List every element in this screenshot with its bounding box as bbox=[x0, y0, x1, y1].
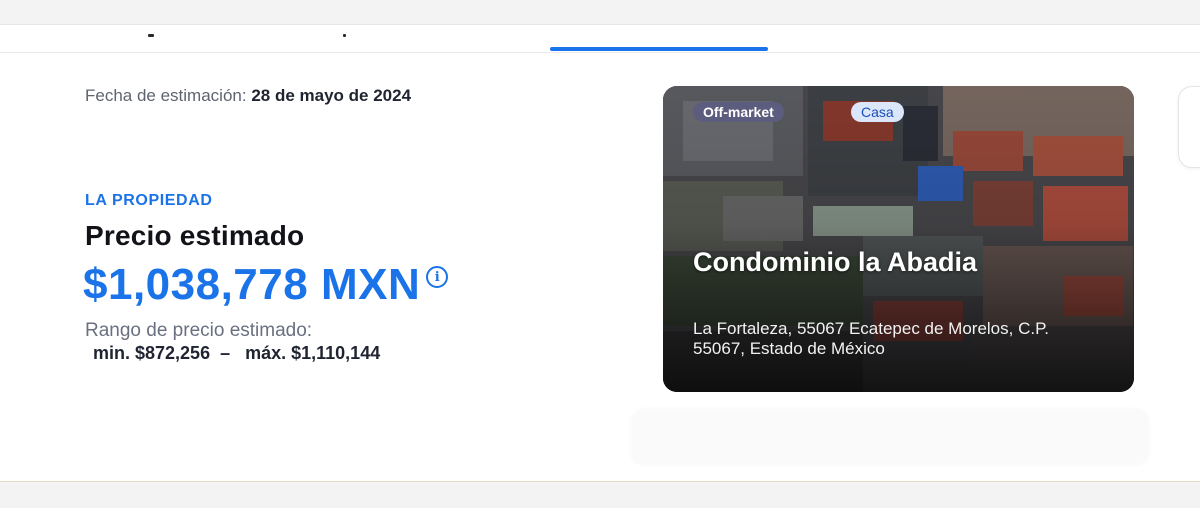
section-eyebrow: LA PROPIEDAD bbox=[85, 192, 213, 209]
active-tab-indicator bbox=[550, 47, 768, 51]
top-browser-bar bbox=[0, 0, 1200, 25]
price-row: $1,038,778 MXN i bbox=[83, 258, 449, 312]
bottom-bar bbox=[0, 481, 1200, 508]
price-range-label: Rango de precio estimado: bbox=[85, 320, 313, 341]
estimation-date-label: Fecha de estimación: bbox=[85, 86, 247, 105]
property-address: La Fortaleza, 55067 Ecatepec de Morelos,… bbox=[693, 319, 1049, 358]
price-heading: Precio estimado bbox=[85, 220, 305, 251]
property-name: Condominio la Abadia bbox=[693, 247, 978, 277]
status-badge: Off-market bbox=[693, 102, 784, 122]
price-range-values: min. $872,256 – máx. $1,110,144 bbox=[93, 343, 381, 363]
next-card-partial[interactable] bbox=[1178, 86, 1200, 168]
property-card[interactable]: Off-market Casa Condominio la Abadia La … bbox=[663, 86, 1134, 392]
estimation-date-value: 28 de mayo de 2024 bbox=[251, 86, 412, 105]
estimation-date: Fecha de estimación: 28 de mayo de 2024 bbox=[85, 86, 411, 106]
property-type-badge: Casa bbox=[851, 102, 904, 122]
info-icon[interactable]: i bbox=[426, 266, 449, 288]
faded-panel bbox=[630, 408, 1150, 466]
tab-partial[interactable] bbox=[148, 34, 154, 37]
tab-partial[interactable] bbox=[343, 34, 346, 37]
estimated-price: $1,038,778 MXN bbox=[83, 260, 421, 309]
